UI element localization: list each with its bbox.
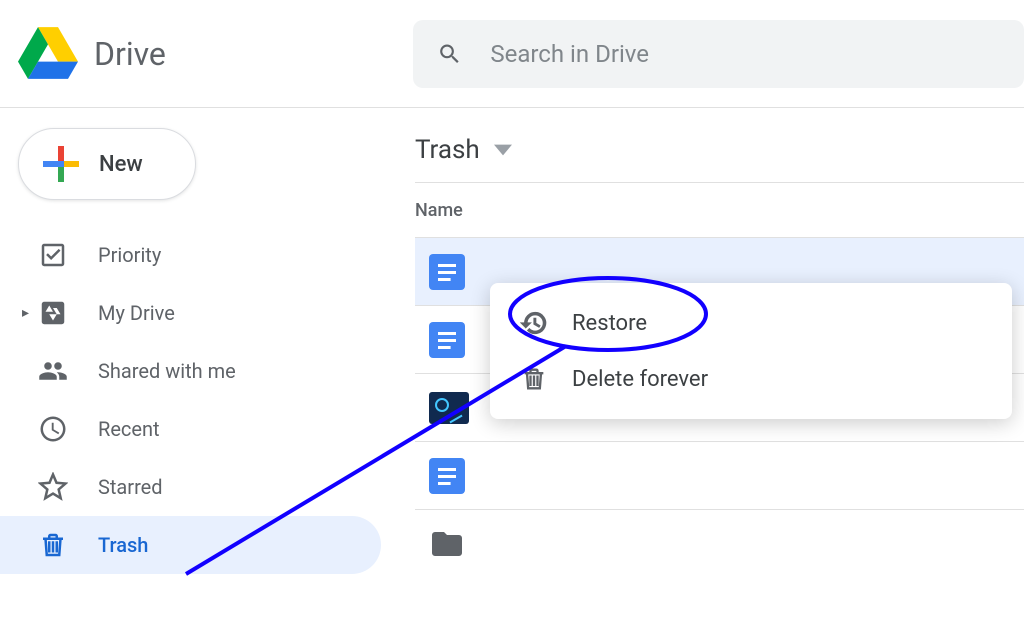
sidebar-item-label: Recent: [98, 417, 160, 441]
menu-item-restore[interactable]: Restore: [490, 295, 1012, 351]
docs-file-icon: [429, 254, 465, 290]
column-header-name[interactable]: Name: [415, 182, 1024, 238]
header: Drive: [0, 0, 1024, 108]
drive-icon: [38, 298, 88, 328]
sidebar-item-trash[interactable]: Trash: [0, 516, 381, 574]
file-row[interactable]: [415, 442, 1024, 510]
priority-icon: [38, 240, 88, 270]
new-button-label: New: [99, 152, 143, 177]
plus-icon: [41, 144, 81, 184]
docs-file-icon: [429, 458, 465, 494]
image-thumbnail-icon: [429, 392, 469, 424]
search-input[interactable]: [490, 40, 1000, 68]
star-icon: [38, 472, 88, 502]
search-bar[interactable]: [413, 20, 1024, 88]
nav: Priority ▸ My Drive Shared with me: [0, 226, 395, 574]
menu-item-label: Restore: [572, 311, 647, 336]
sidebar-item-label: Priority: [98, 243, 161, 267]
history-icon: [520, 309, 572, 337]
sidebar-item-label: Shared with me: [98, 359, 236, 383]
menu-item-label: Delete forever: [572, 367, 708, 392]
sidebar-item-my-drive[interactable]: ▸ My Drive: [0, 284, 381, 342]
clock-icon: [38, 414, 88, 444]
people-icon: [38, 356, 88, 386]
expand-caret-icon[interactable]: ▸: [22, 305, 38, 321]
menu-item-delete-forever[interactable]: Delete forever: [490, 351, 1012, 407]
sidebar: New Priority ▸ My Drive: [0, 108, 395, 638]
trash-icon: [38, 530, 88, 560]
sidebar-item-shared[interactable]: Shared with me: [0, 342, 381, 400]
sidebar-item-label: Trash: [98, 533, 148, 557]
docs-file-icon: [429, 322, 465, 358]
context-menu: Restore Delete forever: [490, 283, 1012, 419]
drive-logo-icon: [18, 26, 78, 82]
sidebar-item-recent[interactable]: Recent: [0, 400, 381, 458]
sidebar-item-priority[interactable]: Priority: [0, 226, 381, 284]
search-icon: [437, 40, 462, 68]
page-title[interactable]: Trash: [415, 126, 1024, 174]
sidebar-item-label: My Drive: [98, 301, 175, 325]
logo-wrap: Drive: [18, 26, 413, 82]
sidebar-item-label: Starred: [98, 475, 163, 499]
folder-icon: [429, 526, 465, 562]
dropdown-caret-icon[interactable]: [494, 144, 512, 156]
new-button[interactable]: New: [18, 128, 196, 200]
file-row[interactable]: [415, 510, 1024, 578]
trash-icon: [520, 365, 572, 393]
app-name: Drive: [94, 35, 166, 73]
page-title-text: Trash: [415, 135, 480, 165]
sidebar-item-starred[interactable]: Starred: [0, 458, 381, 516]
